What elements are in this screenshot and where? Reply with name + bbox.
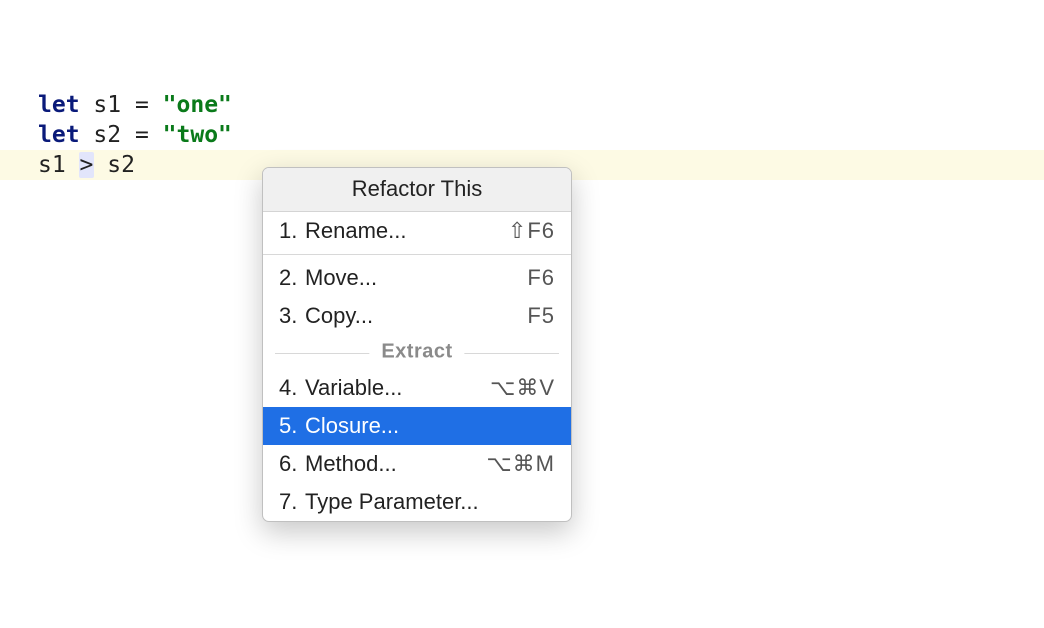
refactor-item[interactable]: 6.Method...⌥⌘M — [263, 445, 571, 483]
refactor-item-label: Type Parameter... — [305, 489, 555, 515]
popup-group-label: Extract — [369, 340, 464, 363]
refactor-item[interactable]: 5.Closure... — [263, 407, 571, 445]
refactor-item[interactable]: 7.Type Parameter... — [263, 483, 571, 521]
code-token: s2 — [80, 122, 135, 148]
code-token: "two" — [163, 122, 232, 148]
refactor-item-number: 2. — [279, 265, 305, 291]
popup-group-separator: Extract — [263, 339, 571, 367]
code-token: = — [135, 122, 149, 148]
refactor-item-shortcut: F6 — [527, 265, 555, 291]
refactor-item-label: Closure... — [305, 413, 555, 439]
code-token: = — [135, 92, 149, 118]
refactor-popup: Refactor This 1.Rename...⇧F62.Move...F63… — [262, 167, 572, 522]
refactor-item-label: Variable... — [305, 375, 490, 401]
refactor-item-number: 5. — [279, 413, 305, 439]
refactor-item-shortcut: ⇧F6 — [508, 218, 555, 244]
code-token: s2 — [93, 152, 135, 178]
refactor-item-shortcut: F5 — [527, 303, 555, 329]
refactor-item-label: Rename... — [305, 218, 508, 244]
code-line[interactable]: let s2 = "two" — [0, 120, 1044, 150]
refactor-item-shortcut: ⌥⌘V — [490, 375, 555, 401]
code-token — [149, 92, 163, 118]
refactor-item[interactable]: 4.Variable...⌥⌘V — [263, 369, 571, 407]
refactor-item[interactable]: 1.Rename...⇧F6 — [263, 212, 571, 250]
refactor-item-label: Copy... — [305, 303, 527, 329]
code-token: let — [38, 122, 80, 148]
code-token: s1 — [38, 152, 80, 178]
code-token: let — [38, 92, 80, 118]
code-token: "one" — [163, 92, 232, 118]
refactor-item-number: 4. — [279, 375, 305, 401]
code-line[interactable]: let s1 = "one" — [0, 90, 1044, 120]
refactor-item-label: Move... — [305, 265, 527, 291]
refactor-item-number: 6. — [279, 451, 305, 477]
refactor-item-shortcut: ⌥⌘M — [486, 451, 555, 477]
refactor-item-number: 1. — [279, 218, 305, 244]
code-token — [149, 122, 163, 148]
refactor-item[interactable]: 3.Copy...F5 — [263, 297, 571, 335]
popup-separator — [263, 254, 571, 255]
code-token: s1 — [80, 92, 135, 118]
refactor-item-number: 7. — [279, 489, 305, 515]
refactor-item[interactable]: 2.Move...F6 — [263, 259, 571, 297]
refactor-item-number: 3. — [279, 303, 305, 329]
popup-title: Refactor This — [263, 168, 571, 212]
refactor-item-label: Method... — [305, 451, 486, 477]
